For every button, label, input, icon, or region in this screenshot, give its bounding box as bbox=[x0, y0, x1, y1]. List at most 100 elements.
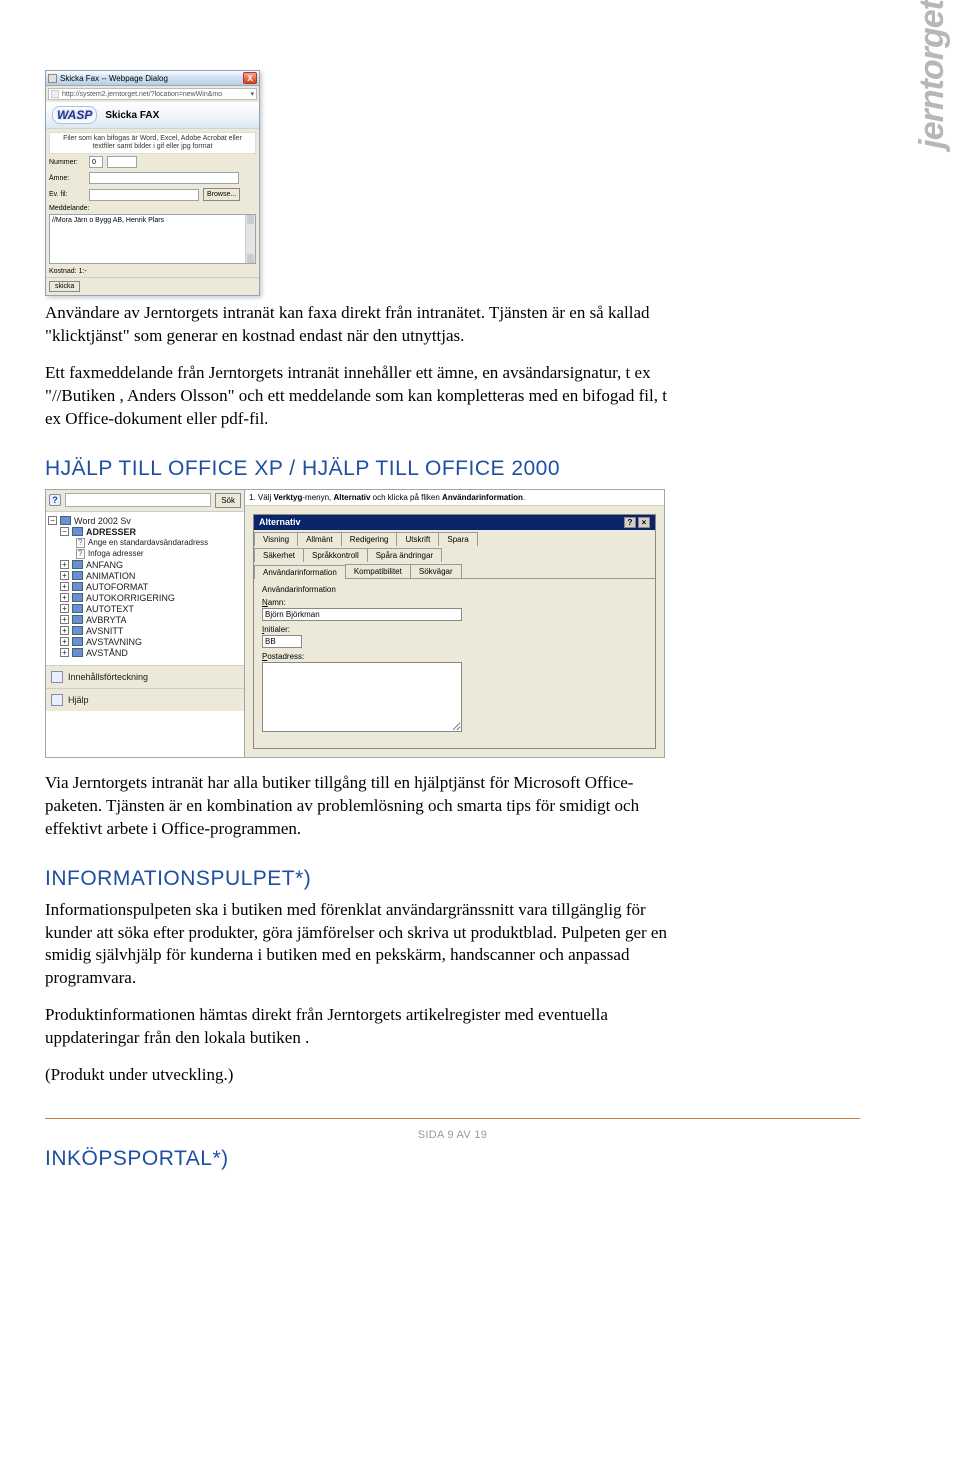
tab-spara[interactable]: Spara bbox=[438, 532, 477, 546]
tree-child-1[interactable]: Ange en standardavsändaradress bbox=[76, 538, 242, 548]
tab-spara-andringar[interactable]: Spåra ändringar bbox=[367, 548, 442, 562]
expand-icon[interactable]: + bbox=[60, 582, 69, 591]
office-paragraph: Via Jerntorgets intranät har alla butike… bbox=[45, 772, 685, 841]
page-icon bbox=[76, 538, 85, 548]
book-icon bbox=[72, 604, 83, 613]
toc-row[interactable]: Innehållsförteckning bbox=[46, 666, 244, 688]
tree-item[interactable]: +AUTOKORRIGERING bbox=[60, 593, 242, 603]
search-button[interactable]: Sök bbox=[215, 493, 241, 508]
book-open-icon bbox=[72, 527, 83, 536]
help-instruction: 1. Välj Verktyg-menyn, Alternativ och kl… bbox=[245, 490, 664, 506]
pulpet-p1: Informationspulpeten ska i butiken med f… bbox=[45, 899, 685, 991]
fax-dialog-screenshot: Skicka Fax -- Webpage Dialog X http://sy… bbox=[45, 70, 260, 296]
tab-utskrift[interactable]: Utskrift bbox=[396, 532, 439, 546]
page-icon bbox=[76, 549, 85, 559]
close-icon[interactable]: X bbox=[243, 72, 257, 84]
tree-item[interactable]: +AUTOFORMAT bbox=[60, 582, 242, 592]
heading-inkop: INKÖPSPORTAL*) bbox=[45, 1147, 685, 1171]
book-icon bbox=[72, 582, 83, 591]
label-fil: Ev. fil: bbox=[49, 191, 85, 198]
meddelande-value: //Mora Järn o Bygg AB, Henrik Plars bbox=[52, 217, 164, 224]
page-footer: SIDA 9 AV 19 bbox=[45, 1118, 860, 1141]
wasp-logo: WASP bbox=[52, 106, 97, 124]
tab-allmant[interactable]: Allmänt bbox=[297, 532, 342, 546]
label-meddelande: Meddelande: bbox=[49, 205, 89, 212]
expand-icon[interactable]: + bbox=[60, 626, 69, 635]
namn-input[interactable] bbox=[262, 608, 462, 621]
tree-root-word[interactable]: − Word 2002 Sv bbox=[48, 516, 242, 526]
meddelande-textarea[interactable]: //Mora Järn o Bygg AB, Henrik Plars bbox=[49, 214, 256, 264]
tree-adresser[interactable]: − ADRESSER bbox=[60, 527, 242, 537]
tree-item[interactable]: +AVSNITT bbox=[60, 626, 242, 636]
book-icon bbox=[72, 626, 83, 635]
close-icon[interactable]: × bbox=[638, 517, 650, 528]
book-icon bbox=[72, 615, 83, 624]
tree-child-2[interactable]: Infoga adresser bbox=[76, 549, 242, 559]
row-amne: Ämne: bbox=[46, 170, 259, 186]
help-nav-pane: ? Sök − Word 2002 Sv − ADRESSER A bbox=[45, 489, 245, 758]
expand-icon[interactable]: + bbox=[60, 615, 69, 624]
tree-item[interactable]: +AUTOTEXT bbox=[60, 604, 242, 614]
tab-sprakkontroll[interactable]: Språkkontroll bbox=[303, 548, 368, 562]
initialer-input[interactable] bbox=[262, 635, 302, 648]
help-icon bbox=[51, 694, 63, 706]
help-search-input[interactable] bbox=[65, 493, 211, 507]
expand-icon[interactable]: + bbox=[60, 560, 69, 569]
pulpet-p3: (Produkt under utveckling.) bbox=[45, 1064, 685, 1087]
collapse-icon[interactable]: − bbox=[60, 527, 69, 536]
book-icon bbox=[60, 516, 71, 525]
tab-anvandarinfo[interactable]: Användarinformation bbox=[254, 565, 346, 579]
browse-button[interactable]: Browse... bbox=[203, 188, 240, 201]
help-icon[interactable]: ? bbox=[624, 517, 636, 528]
fax-info-text: Filer som kan bifogas är Word, Excel, Ad… bbox=[49, 132, 256, 154]
heading-pulpet: INFORMATIONSPULPET*) bbox=[45, 867, 685, 891]
nummer-input[interactable] bbox=[107, 156, 137, 168]
row-nummer: Nummer: bbox=[46, 154, 259, 170]
postadress-textarea[interactable] bbox=[262, 662, 462, 732]
url-favicon bbox=[51, 90, 59, 98]
tab-sokvagar[interactable]: Sökvägar bbox=[410, 564, 462, 578]
chevron-down-icon[interactable]: ▾ bbox=[250, 90, 254, 98]
kostnad-label: Kostnad: 1:- bbox=[46, 264, 259, 277]
expand-icon[interactable]: + bbox=[60, 604, 69, 613]
fax-window-title: Skicka Fax -- Webpage Dialog bbox=[60, 74, 243, 83]
tree-item[interactable]: +AVSTÅND bbox=[60, 648, 242, 658]
tab-kompatibilitet[interactable]: Kompatibilitet bbox=[345, 564, 411, 578]
help-search-bar: ? Sök bbox=[46, 490, 244, 512]
address-bar[interactable]: http://system2.jerntorget.net/?location=… bbox=[48, 88, 257, 100]
label-postadress: Postadress: bbox=[262, 652, 647, 661]
tree-item[interactable]: +ANFANG bbox=[60, 560, 242, 570]
scrollbar[interactable] bbox=[245, 215, 255, 263]
skicka-button[interactable]: skicka bbox=[49, 281, 80, 292]
book-icon bbox=[72, 637, 83, 646]
tab-sakerhet[interactable]: Säkerhet bbox=[254, 548, 304, 562]
alternativ-dialog: Alternativ ? × Visning Allmänt Redigerin… bbox=[253, 514, 656, 749]
tree-item[interactable]: +AVBRYTA bbox=[60, 615, 242, 625]
fil-input[interactable] bbox=[89, 189, 199, 201]
fax-banner: WASP Skicka FAX bbox=[46, 102, 259, 129]
tree-item[interactable]: +AVSTAVNING bbox=[60, 637, 242, 647]
help-row[interactable]: Hjälp bbox=[46, 689, 244, 711]
expand-icon[interactable]: + bbox=[60, 648, 69, 657]
fax-paragraph-2: Ett faxmeddelande från Jerntorgets intra… bbox=[45, 362, 685, 431]
amne-input[interactable] bbox=[89, 172, 239, 184]
tab-redigering[interactable]: Redigering bbox=[341, 532, 398, 546]
help-content-pane: 1. Välj Verktyg-menyn, Alternativ och kl… bbox=[245, 489, 665, 758]
expand-icon[interactable]: + bbox=[60, 571, 69, 580]
window-favicon bbox=[48, 74, 57, 83]
label-initialer: Initialer: bbox=[262, 625, 647, 634]
tree-item[interactable]: +ANIMATION bbox=[60, 571, 242, 581]
expand-icon[interactable]: + bbox=[60, 637, 69, 646]
row-medd-label: Meddelande: bbox=[46, 203, 259, 214]
label-amne: Ämne: bbox=[49, 175, 85, 182]
nummer-prefix-input[interactable] bbox=[89, 156, 103, 168]
fax-titlebar: Skicka Fax -- Webpage Dialog X bbox=[46, 71, 259, 86]
tab-visning[interactable]: Visning bbox=[254, 532, 298, 546]
office-help-screenshot: ? Sök − Word 2002 Sv − ADRESSER A bbox=[45, 489, 665, 758]
row-fil: Ev. fil: Browse... bbox=[46, 186, 259, 203]
collapse-icon[interactable]: − bbox=[48, 516, 57, 525]
dialog-form: Användarinformation NNamn:amn: Initialer… bbox=[254, 579, 655, 748]
expand-icon[interactable]: + bbox=[60, 593, 69, 602]
question-icon: ? bbox=[49, 494, 61, 506]
dialog-tabs: Visning Allmänt Redigering Utskrift Spar… bbox=[254, 530, 655, 579]
